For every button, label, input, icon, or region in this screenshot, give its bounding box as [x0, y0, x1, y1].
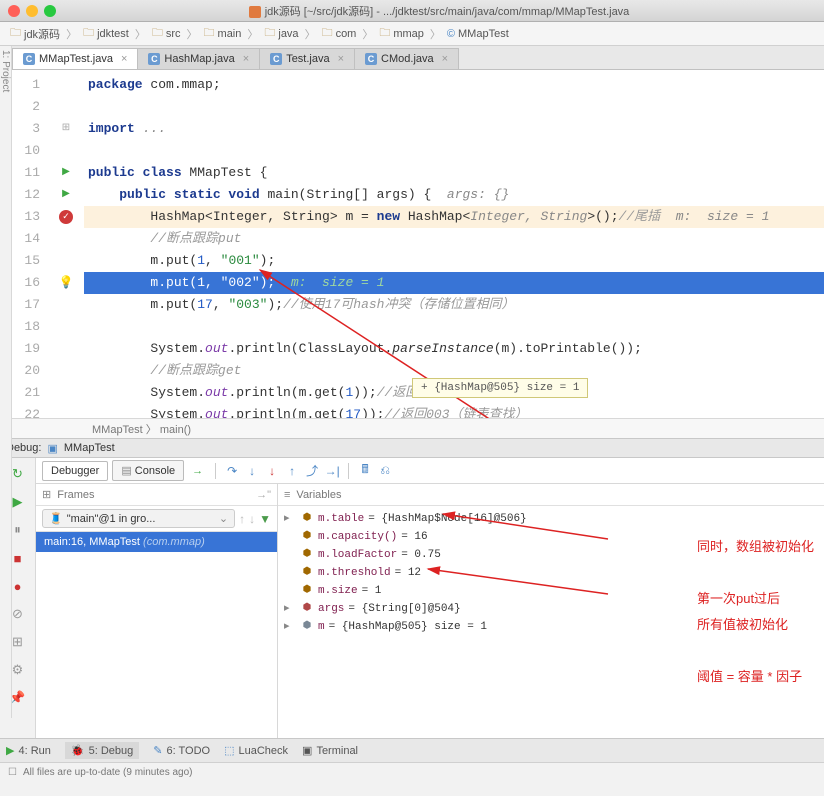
debugger-tab[interactable]: Debugger [42, 461, 108, 481]
evaluate-icon[interactable]: 🖩 [357, 463, 373, 479]
next-frame-icon[interactable]: ↓ [249, 512, 255, 526]
debug-tabs: Debugger ▤ Console → ↷ ↓ ↓ ↑ ⤴ →| 🖩 ⎌ [36, 458, 824, 484]
step-out-icon[interactable]: ↑ [284, 463, 300, 479]
bc-item[interactable]: 🗀main [200, 22, 246, 45]
run-to-cursor-icon[interactable]: →| [324, 463, 340, 479]
breadcrumb: 🗀jdk源码〉 🗀jdktest〉 🗀src〉 🗀main〉 🗀java〉 🗀c… [0, 22, 824, 46]
status-bar: ☐All files are up-to-date (9 minutes ago… [0, 762, 824, 782]
editor-tabs: CMMapTest.java× CHashMap.java× CTest.jav… [12, 46, 824, 70]
tab-hashmap[interactable]: CHashMap.java× [137, 48, 260, 69]
terminal-tab[interactable]: ▣Terminal [302, 744, 358, 757]
titlebar: jdk源码 [~/src/jdk源码] - .../jdktest/src/ma… [0, 0, 824, 22]
close-icon[interactable]: × [243, 53, 249, 65]
bc-item[interactable]: 🗀jdktest [79, 22, 133, 45]
bc-item[interactable]: 🗀src [148, 22, 185, 45]
tab-mmaptest[interactable]: CMMapTest.java× [12, 48, 138, 69]
bottom-tool-tabs: ▶4: Run 🐞5: Debug ✎6: TODO ⬚LuaCheck ▣Te… [0, 738, 824, 762]
stack-frame[interactable]: main:16, MMapTest (com.mmap) [36, 532, 277, 552]
debug-tab[interactable]: 🐞5: Debug [65, 742, 139, 759]
maximize-window[interactable] [44, 5, 56, 17]
bc-item[interactable]: 🗀java [260, 22, 302, 45]
tab-test[interactable]: CTest.java× [259, 48, 355, 69]
step-into-icon[interactable]: ↓ [244, 463, 260, 479]
step-over-icon[interactable]: ↷ [224, 463, 240, 479]
annotation-text: 同时，数组被初始化 第一次put过后所有值被初始化 阈值 = 容量 * 因子 [697, 534, 814, 690]
minimize-window[interactable] [26, 5, 38, 17]
bc-file[interactable]: ©MMapTest [443, 26, 513, 42]
bc-root[interactable]: 🗀jdk源码 [6, 22, 64, 45]
close-icon[interactable]: × [338, 53, 344, 65]
trace-icon[interactable]: ⎌ [377, 463, 393, 479]
tab-cmod[interactable]: CCMod.java× [354, 48, 459, 69]
structure-tool-button[interactable] [0, 438, 12, 718]
frames-pane: ⊞Frames→" 🧵"main"@1 in gro...⌄ ↑ ↓ ▼ mai… [36, 484, 278, 738]
prev-frame-icon[interactable]: ↑ [239, 512, 245, 526]
variable-row[interactable]: ▸⬢ m.table = {HashMap$Node[16]@506} [278, 510, 824, 528]
close-window[interactable] [8, 5, 20, 17]
line-numbers: 12310111213141516171819202122 [12, 70, 48, 418]
bc-item[interactable]: 🗀mmap [375, 22, 428, 45]
bc-item[interactable]: 🗀com [318, 22, 361, 45]
console-tab[interactable]: ▤ Console [112, 460, 184, 481]
filter-icon[interactable]: ▼ [259, 512, 271, 526]
code-editor[interactable]: 12310111213141516171819202122 ⊞▶▶✓💡 pack… [12, 70, 824, 418]
todo-tab[interactable]: ✎6: TODO [153, 744, 210, 757]
debug-tooltip: + {HashMap@505} size = 1 [412, 378, 588, 398]
force-step-into-icon[interactable]: ↓ [264, 463, 280, 479]
variables-pane: ≡Variables ▸⬢ m.table = {HashMap$Node[16… [278, 484, 824, 738]
project-tool-button[interactable]: 1: Project [0, 46, 12, 438]
window-title: jdk源码 [~/src/jdk源码] - .../jdktest/src/ma… [62, 3, 816, 19]
thread-selector[interactable]: 🧵"main"@1 in gro...⌄ [42, 509, 235, 528]
run-tab[interactable]: ▶4: Run [6, 744, 51, 757]
debug-toolwindow-header: Debug: ▣ MMapTest [0, 438, 824, 458]
code-area[interactable]: package com.mmap;import ...public class … [84, 70, 824, 418]
nav-bar[interactable]: MMapTest 〉 main() [12, 418, 824, 438]
close-icon[interactable]: × [121, 53, 127, 65]
luacheck-tab[interactable]: ⬚LuaCheck [224, 744, 288, 757]
run-config-name[interactable]: MMapTest [64, 442, 115, 454]
gutter[interactable]: ⊞▶▶✓💡 [48, 70, 84, 418]
close-icon[interactable]: × [442, 53, 448, 65]
drop-frame-icon[interactable]: ⤴ [304, 463, 320, 479]
